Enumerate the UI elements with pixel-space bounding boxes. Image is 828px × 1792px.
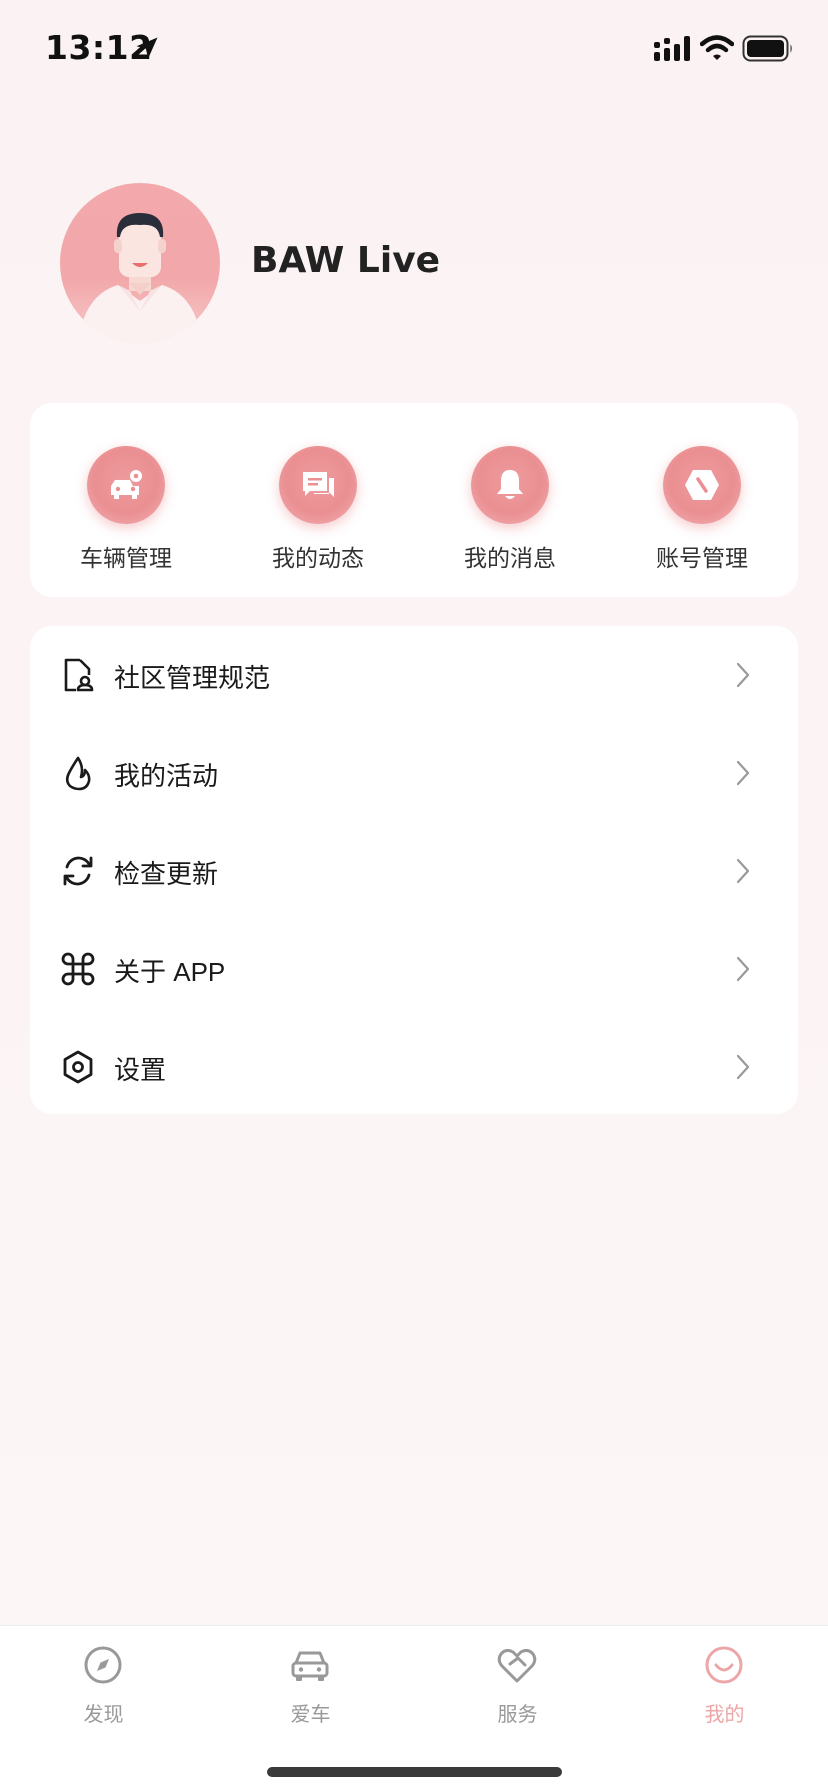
smile-icon: [705, 1646, 743, 1684]
refresh-icon: [63, 856, 93, 886]
my-profile-screen: 13:12 BAW Live 车辆管理 我的动态 我的消息 账号管理 社区管理规…: [0, 0, 828, 1792]
menu-item-settings[interactable]: 设置: [30, 1018, 798, 1116]
menu-item-label: 检查更新: [114, 859, 219, 889]
menu-item-about-app[interactable]: 关于 APP: [30, 920, 798, 1018]
car-icon: [291, 1651, 329, 1681]
quick-action-label: 我的动态: [272, 545, 364, 571]
chevron-right-icon: [736, 956, 750, 982]
chevron-right-icon: [736, 662, 750, 688]
menu-item-community-rules[interactable]: 社区管理规范: [30, 626, 798, 724]
bell-icon: [471, 446, 549, 524]
chevron-right-icon: [736, 858, 750, 884]
signal-icon: [654, 36, 690, 61]
quick-action-my-messages[interactable]: 我的消息: [414, 403, 606, 597]
compass-icon: [84, 1646, 122, 1684]
quick-action-label: 账号管理: [656, 545, 748, 571]
document-person-icon: [64, 658, 94, 692]
tab-discover[interactable]: 发现: [0, 1626, 207, 1746]
tab-service[interactable]: 服务: [414, 1626, 621, 1746]
quick-action-vehicle-manage[interactable]: 车辆管理: [30, 403, 222, 597]
location-arrow-icon: [136, 37, 158, 59]
wifi-icon: [700, 35, 734, 60]
avatar[interactable]: [60, 183, 220, 343]
menu-item-label: 设置: [114, 1055, 167, 1085]
vehicle-manage-icon: [87, 446, 165, 524]
quick-action-label: 我的消息: [464, 545, 556, 571]
username[interactable]: BAW Live: [251, 240, 440, 281]
chevron-right-icon: [736, 760, 750, 786]
tab-label: 爱车: [290, 1704, 331, 1726]
account-hexagon-icon: [663, 446, 741, 524]
tab-label: 服务: [497, 1704, 538, 1726]
quick-action-my-feed[interactable]: 我的动态: [222, 403, 414, 597]
quick-actions-card: 车辆管理 我的动态 我的消息 账号管理: [30, 403, 798, 597]
menu-item-my-activities[interactable]: 我的活动: [30, 724, 798, 822]
menu-item-label: 我的活动: [114, 761, 219, 791]
menu-list-card: 社区管理规范 我的活动 检查更新 关于 APP 设置: [30, 626, 798, 1114]
avatar-illustration: [78, 213, 202, 343]
quick-action-account-manage[interactable]: 账号管理: [606, 403, 798, 597]
quick-action-label: 车辆管理: [80, 545, 172, 571]
chevron-right-icon: [736, 1054, 750, 1080]
menu-item-label: 社区管理规范: [114, 663, 271, 693]
chat-feed-icon: [279, 446, 357, 524]
home-indicator[interactable]: [267, 1767, 562, 1777]
flame-icon: [65, 756, 91, 791]
hexagon-settings-icon: [63, 1050, 93, 1084]
tab-label: 发现: [83, 1704, 124, 1726]
command-icon: [61, 952, 95, 986]
tab-my-car[interactable]: 爱车: [207, 1626, 414, 1746]
heart-handshake-icon: [497, 1648, 537, 1683]
battery-icon: [742, 35, 792, 62]
menu-item-check-update[interactable]: 检查更新: [30, 822, 798, 920]
tab-label: 我的: [704, 1704, 745, 1726]
menu-item-label: 关于 APP: [114, 957, 226, 987]
tab-mine[interactable]: 我的: [621, 1626, 828, 1746]
status-bar: 13:12: [0, 0, 828, 100]
